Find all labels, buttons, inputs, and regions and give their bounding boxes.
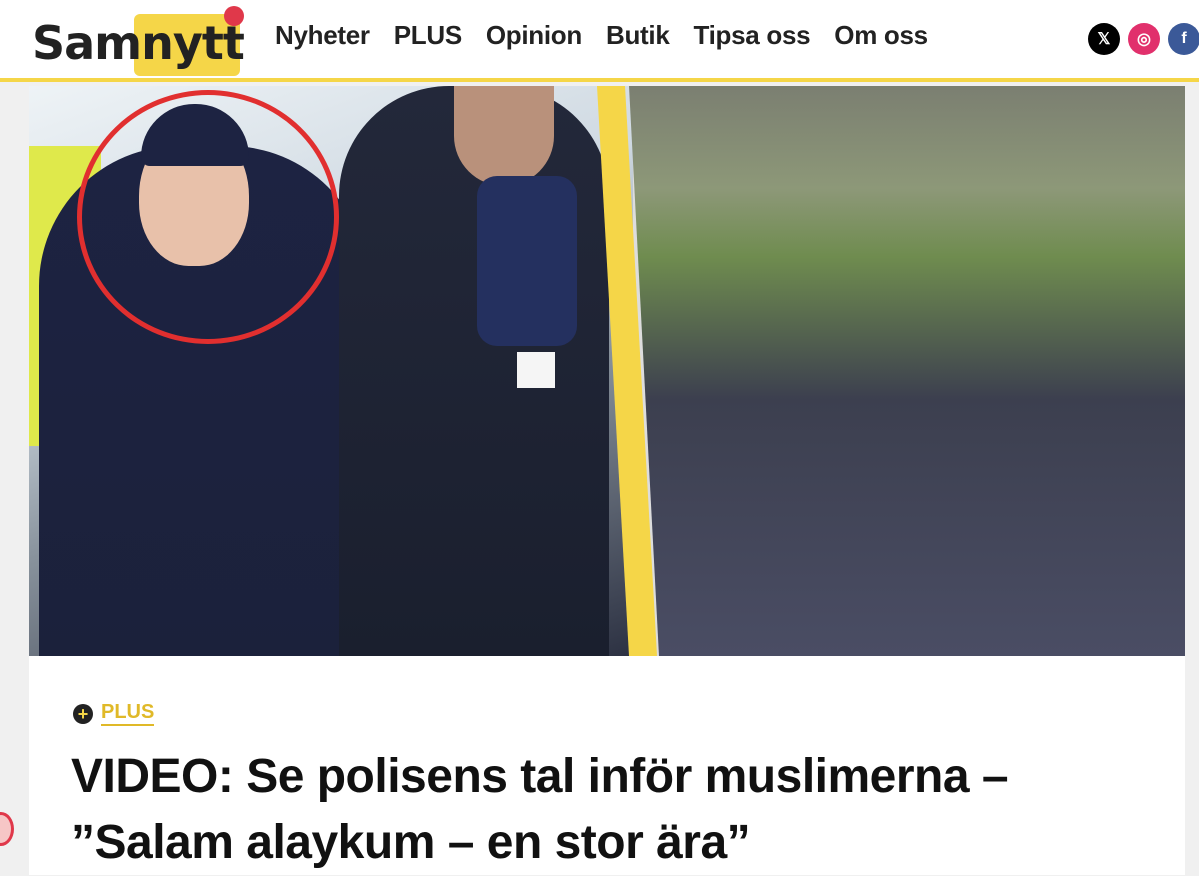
nav-item-nyheter[interactable]: Nyheter [275,20,370,51]
x-icon[interactable]: 𝕏 [1088,23,1120,55]
article-card: + PLUS VIDEO: Se polisens tal inför musl… [29,656,1185,875]
nav-item-opinion[interactable]: Opinion [486,20,582,51]
crowd-aerial-photo [629,86,1185,656]
man-face [454,86,554,186]
plus-icon: + [73,703,93,724]
paper-note [517,352,555,388]
nav-item-butik[interactable]: Butik [606,20,670,51]
highlight-circle [77,90,339,344]
nav-item-tipsa-oss[interactable]: Tipsa oss [694,20,811,51]
facebook-icon[interactable]: f [1168,23,1199,55]
police-speech-photo [29,86,633,656]
hero-image[interactable] [29,86,1185,656]
site-header: Samnytt Nyheter PLUS Opinion Butik Tipsa… [0,0,1199,82]
main-nav: Nyheter PLUS Opinion Butik Tipsa oss Om … [275,20,952,51]
logo-text: Samnytt [32,16,245,70]
floating-badge-icon[interactable] [0,812,14,846]
samnytt-logo[interactable]: Samnytt [32,6,245,76]
article-headline[interactable]: VIDEO: Se polisens tal inför muslimerna … [71,744,1171,876]
nav-item-plus[interactable]: PLUS [394,20,462,51]
plus-label: PLUS [101,701,155,726]
instagram-icon[interactable]: ◎ [1128,23,1160,55]
scarf [477,176,577,346]
plus-tag[interactable]: + PLUS [73,701,155,726]
nav-item-om-oss[interactable]: Om oss [834,20,928,51]
